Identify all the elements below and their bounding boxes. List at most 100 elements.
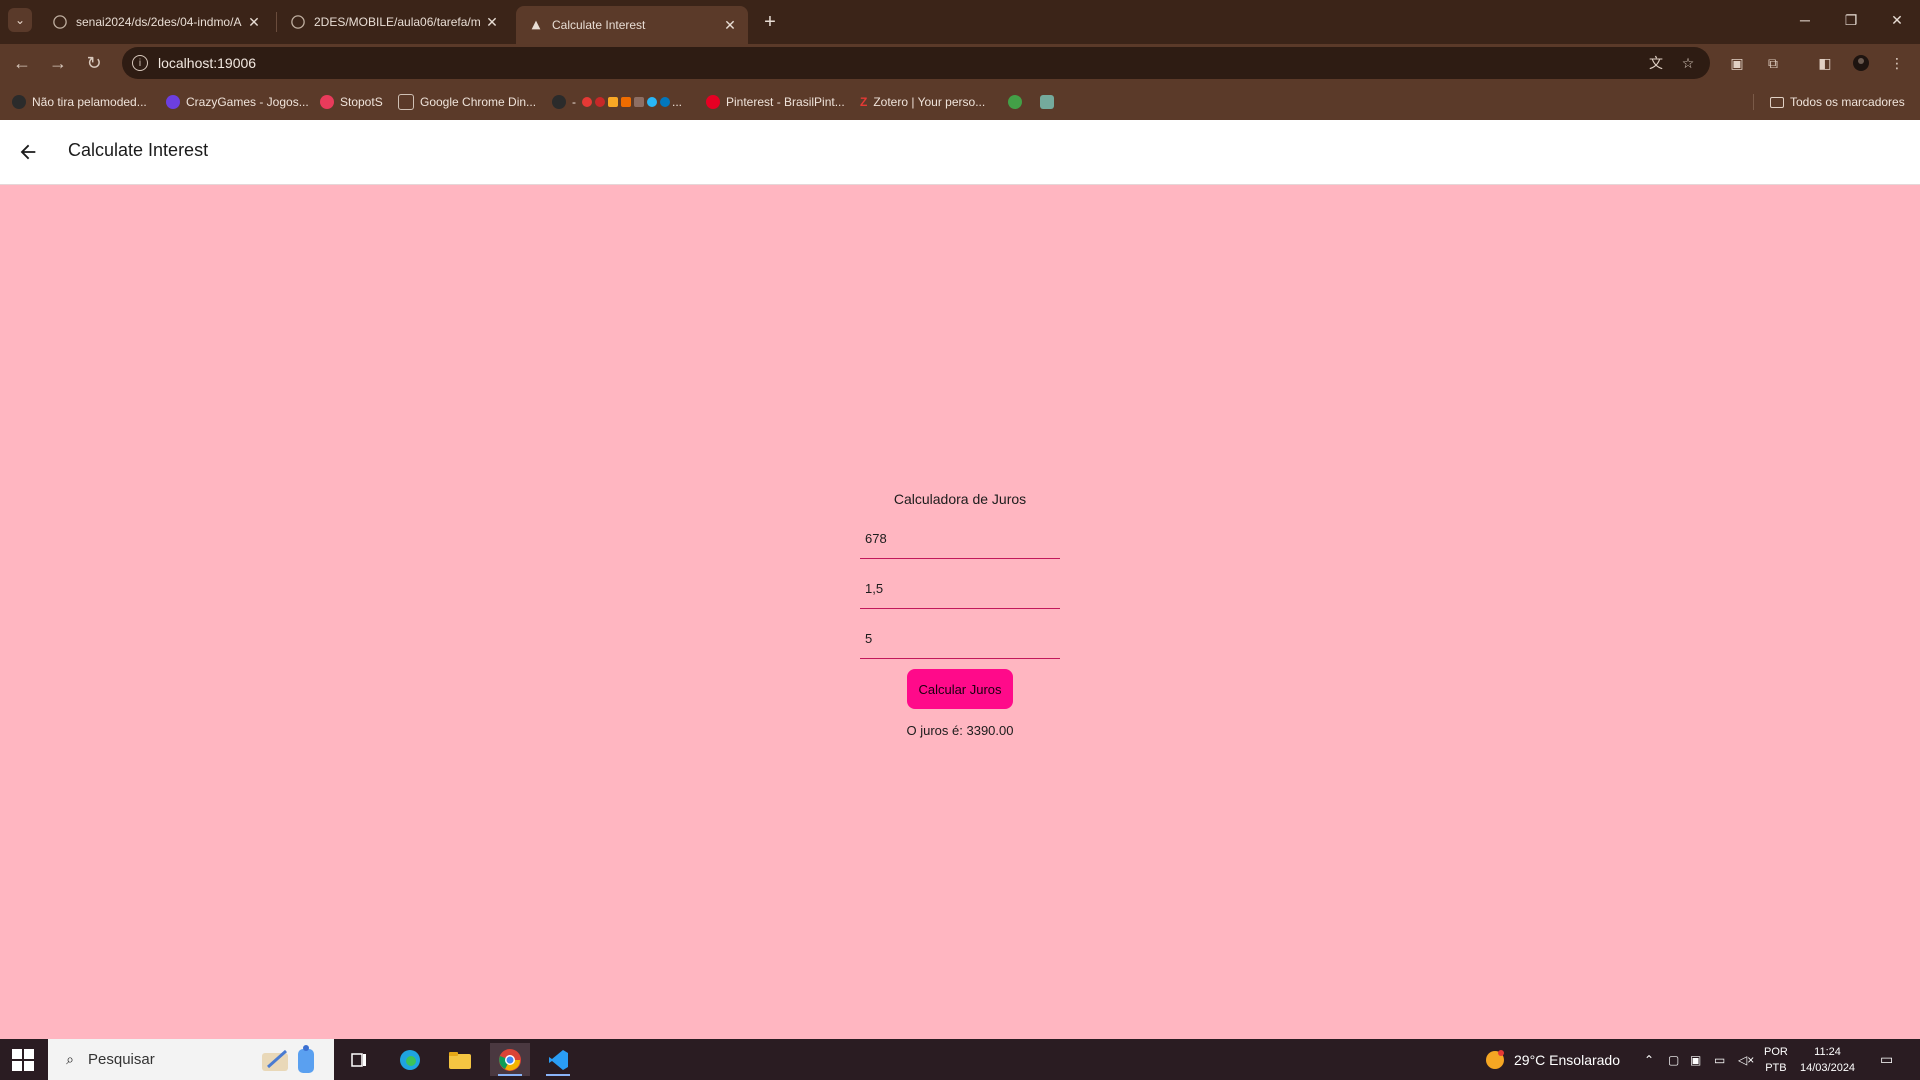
chatgpt-icon — [1040, 95, 1054, 109]
bookmark-label: Não tira pelamoded... — [32, 95, 147, 109]
calculate-button[interactable]: Calcular Juros — [907, 669, 1013, 709]
weather-text: 29°C Ensolarado — [1514, 1051, 1620, 1068]
bookmark-star-icon[interactable]: ☆ — [1678, 53, 1698, 73]
page-title: Calculate Interest — [68, 140, 209, 160]
stopots-icon — [320, 95, 334, 109]
back-nav-icon[interactable]: ← — [10, 51, 34, 75]
zotero-icon: Z — [860, 95, 868, 109]
bookmark-item[interactable]: StopotS — [320, 92, 383, 112]
translate-icon[interactable]: 文 — [1646, 53, 1666, 73]
bookmark-item[interactable]: Não tira pelamoded... — [12, 92, 147, 112]
notifications-icon[interactable]: ▭ — [1880, 1039, 1893, 1080]
emoji-icons — [582, 97, 670, 107]
github-icon — [552, 95, 566, 109]
browser-tab-1[interactable]: senai2024/ds/2des/04-indmo/A ✕ — [40, 6, 272, 38]
tray-chevron-icon[interactable]: ⌃ — [1644, 1039, 1654, 1080]
browser-tab-3-active[interactable]: Calculate Interest ✕ — [516, 6, 748, 44]
bookmark-item[interactable] — [1008, 92, 1028, 112]
volume-muted-icon[interactable]: ◁× — [1738, 1039, 1754, 1080]
all-bookmarks-label: Todos os marcadores — [1790, 95, 1905, 109]
search-highlight-art-icon — [262, 1045, 314, 1073]
edge-browser-icon[interactable] — [390, 1043, 430, 1076]
windows-taskbar: ⌕ Pesquisar 29°C Ensolarado ⌃ ▢ ▣ ▭ ◁× P… — [0, 1039, 1920, 1080]
tray-app-icon[interactable]: ▣ — [1690, 1039, 1701, 1080]
clock[interactable]: 11:24 14/03/2024 — [1800, 1039, 1855, 1080]
incognito-icon[interactable]: ▣ — [1726, 52, 1748, 74]
search-placeholder: Pesquisar — [88, 1051, 155, 1068]
folder-icon — [1770, 96, 1784, 108]
lang-top: POR — [1764, 1045, 1788, 1058]
close-tab-icon[interactable]: ✕ — [482, 12, 502, 32]
extensions-icon[interactable]: ⧉ — [1762, 52, 1784, 74]
tab-search-dropdown[interactable]: ⌄ — [8, 8, 32, 32]
dino-icon — [398, 94, 414, 110]
browser-tab-2[interactable]: 2DES/MOBILE/aula06/tarefa/m ✕ — [278, 6, 510, 38]
github-icon — [52, 14, 68, 30]
bookmark-item[interactable]: - ... — [552, 92, 682, 112]
bookmarks-bar: Não tira pelamoded... CrazyGames - Jogos… — [0, 82, 1920, 120]
new-tab-button[interactable]: + — [758, 10, 782, 34]
all-bookmarks-button[interactable]: Todos os marcadores — [1770, 92, 1905, 112]
crazygames-icon — [166, 95, 180, 109]
weather-widget[interactable]: 29°C Ensolarado — [1484, 1039, 1620, 1080]
bookmark-label: Pinterest - BrasilPint... — [726, 95, 845, 109]
bookmark-label: Google Chrome Din... — [420, 95, 537, 109]
site-info-icon[interactable]: i — [132, 55, 148, 71]
url-text[interactable]: localhost:19006 — [158, 55, 1646, 71]
app-body: Calculadora de Juros Calcular Juros O ju… — [0, 185, 1920, 1039]
menu-kebab-icon[interactable]: ⋮ — [1886, 52, 1908, 74]
calculator-title: Calculadora de Juros — [893, 491, 1027, 507]
vscode-icon[interactable] — [538, 1043, 578, 1076]
time-input[interactable] — [860, 619, 1060, 659]
running-indicator — [546, 1074, 570, 1076]
bookmark-item[interactable]: Z Zotero | Your perso... — [860, 92, 985, 112]
language-indicator[interactable]: POR PTB — [1764, 1039, 1788, 1080]
search-icon: ⌕ — [66, 1051, 74, 1067]
bookmark-label: StopotS — [340, 95, 383, 109]
bookmarks-divider — [1753, 94, 1754, 110]
forward-nav-icon[interactable]: → — [46, 51, 70, 75]
task-view-icon[interactable] — [339, 1043, 379, 1076]
clock-date: 14/03/2024 — [1800, 1061, 1856, 1074]
file-explorer-icon[interactable] — [440, 1043, 480, 1076]
side-panel-icon[interactable]: ◧ — [1814, 52, 1836, 74]
bookmark-label: CrazyGames - Jogos... — [186, 95, 309, 109]
active-indicator — [498, 1074, 522, 1076]
address-bar[interactable]: i localhost:19006 文 ☆ — [122, 47, 1710, 79]
chrome-taskbar-icon[interactable] — [490, 1043, 530, 1076]
bookmark-item[interactable]: Pinterest - BrasilPint... — [706, 92, 845, 112]
network-icon[interactable]: ▭ — [1714, 1039, 1725, 1080]
bookmark-item[interactable]: CrazyGames - Jogos... — [166, 92, 309, 112]
reload-icon[interactable]: ↻ — [82, 51, 106, 75]
pinterest-icon — [706, 95, 720, 109]
tab-title: Calculate Interest — [552, 18, 646, 32]
restore-icon[interactable]: ❐ — [1828, 6, 1874, 34]
bookmark-item[interactable] — [1040, 92, 1060, 112]
green-site-icon — [1008, 95, 1022, 109]
github-icon — [12, 95, 26, 109]
windows-start-icon[interactable] — [12, 1049, 34, 1071]
bookmark-item[interactable]: Google Chrome Din... — [398, 92, 536, 112]
close-window-icon[interactable]: ✕ — [1874, 6, 1920, 34]
browser-toolbar: ← → ↻ i localhost:19006 文 ☆ ▣ ⧉ ◧ ⋮ — [0, 44, 1920, 82]
tab-divider — [276, 12, 277, 32]
app-favicon-icon — [528, 17, 544, 33]
close-tab-icon[interactable]: ✕ — [244, 12, 264, 32]
capital-input[interactable] — [860, 519, 1060, 559]
profile-avatar-icon[interactable] — [1850, 52, 1872, 74]
taskbar-search-box[interactable]: ⌕ Pesquisar — [48, 1039, 334, 1080]
back-arrow-icon[interactable] — [14, 138, 42, 166]
result-text: O juros é: 3390.00 — [906, 723, 1014, 738]
lang-bottom: PTB — [1765, 1061, 1787, 1074]
tray-webcam-icon[interactable]: ▢ — [1668, 1039, 1679, 1080]
sun-icon — [1486, 1049, 1504, 1069]
minimize-icon[interactable]: ─ — [1782, 6, 1828, 34]
close-tab-icon[interactable]: ✕ — [720, 15, 740, 35]
app-header: Calculate Interest — [0, 120, 1920, 185]
tab-title: senai2024/ds/2des/04-indmo/A — [76, 15, 242, 29]
browser-tab-strip: ⌄ senai2024/ds/2des/04-indmo/A ✕ 2DES/MO… — [0, 0, 1920, 44]
bookmark-label: Zotero | Your perso... — [873, 95, 986, 109]
rate-input[interactable] — [860, 569, 1060, 609]
interest-calculator: Calculadora de Juros Calcular Juros O ju… — [860, 489, 1060, 741]
tab-title: 2DES/MOBILE/aula06/tarefa/m — [314, 15, 481, 29]
